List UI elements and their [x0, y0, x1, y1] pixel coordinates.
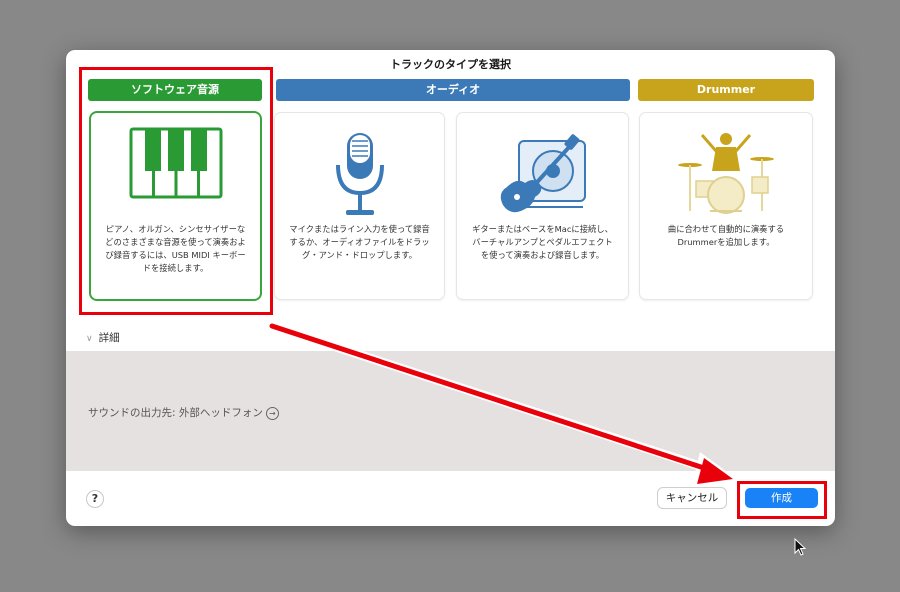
details-label: 詳細 [98, 332, 120, 344]
card-audio-microphone[interactable]: マイクまたはライン入力を使って録音するか、オーディオファイルをドラッグ・アンド・… [275, 113, 444, 299]
details-panel: サウンドの出力先: 外部ヘッドフォン → [66, 351, 835, 471]
create-button[interactable]: 作成 [745, 488, 818, 508]
mouse-cursor-icon [794, 538, 807, 556]
drummer-icon [640, 127, 812, 219]
tab-drummer[interactable]: Drummer [638, 79, 814, 101]
tab-software-instrument[interactable]: ソフトウェア音源 [88, 79, 262, 101]
chevron-down-icon: ∨ [86, 334, 93, 344]
card-drummer[interactable]: 曲に合わせて自動的に演奏するDrummerを追加します。 [640, 113, 812, 299]
cancel-button[interactable]: キャンセル [658, 488, 726, 508]
track-type-dialog: トラックのタイプを選択 ソフトウェア音源 オーディオ Drummer ピアノ、オ… [66, 50, 835, 526]
output-destination: サウンドの出力先: 外部ヘッドフォン → [88, 405, 279, 420]
card-description: ギターまたはベースをMacに接続し、バーチャルアンプとペダルエフェクトを使って演… [472, 224, 613, 260]
microphone-icon [275, 127, 444, 219]
card-description: 曲に合わせて自動的に演奏するDrummerを追加します。 [667, 224, 785, 247]
tab-audio[interactable]: オーディオ [276, 79, 630, 101]
arrow-right-circle-icon[interactable]: → [265, 406, 279, 420]
details-disclosure[interactable]: ∨ 詳細 [86, 330, 120, 345]
card-description: マイクまたはライン入力を使って録音するか、オーディオファイルをドラッグ・アンド・… [289, 224, 430, 260]
card-software-instrument[interactable]: ピアノ、オルガン、シンセサイザーなどのさまざまな音源を使って演奏および録音するに… [91, 113, 260, 299]
help-button[interactable]: ? [86, 490, 104, 508]
output-label: サウンドの出力先: 外部ヘッドフォン [88, 407, 263, 419]
guitar-amp-icon [457, 127, 628, 219]
piano-keyboard-icon [91, 127, 260, 219]
card-description: ピアノ、オルガン、シンセサイザーなどのさまざまな音源を使って演奏および録音するに… [105, 224, 246, 273]
dialog-title: トラックのタイプを選択 [390, 58, 511, 71]
card-audio-guitar[interactable]: ギターまたはベースをMacに接続し、バーチャルアンプとペダルエフェクトを使って演… [457, 113, 628, 299]
